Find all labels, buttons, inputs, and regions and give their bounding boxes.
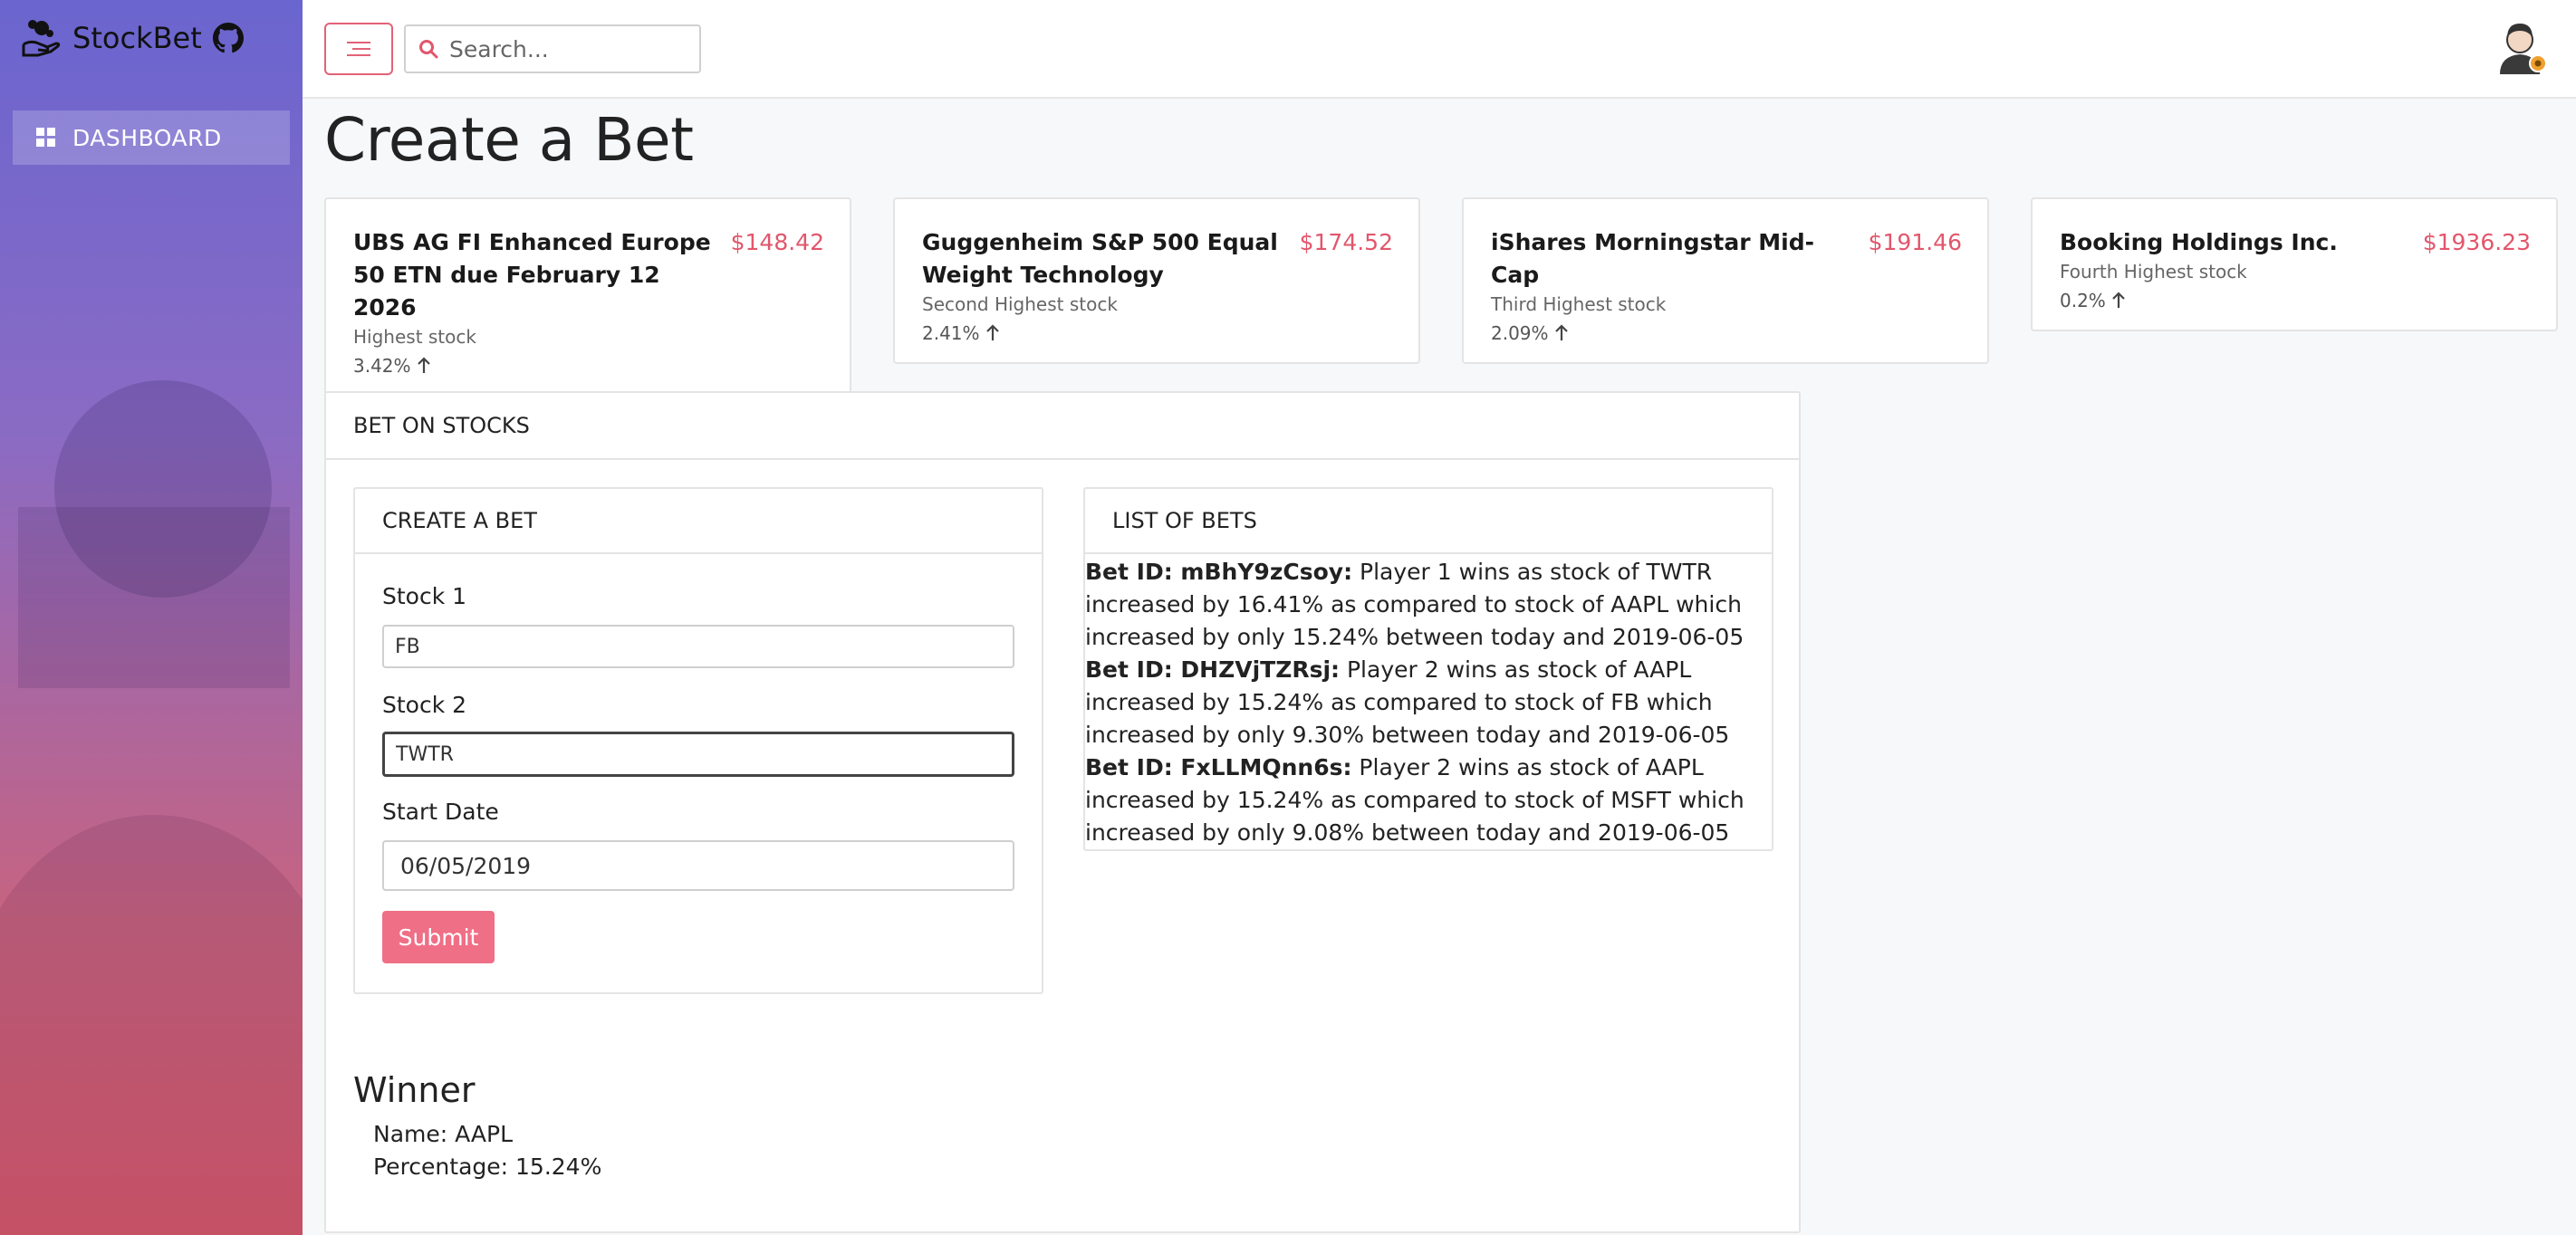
stock-rank: Third Highest stock <box>1491 293 1667 315</box>
sidebar-item-dashboard[interactable]: DASHBOARD <box>13 110 290 165</box>
stock-price: $148.42 <box>730 229 824 255</box>
stock-name: Booking Holdings Inc. <box>2060 229 2338 255</box>
stock-change: 2.09% <box>1491 322 1549 344</box>
bet-id: Bet ID: mBhY9zCsoy: <box>1085 559 1353 585</box>
brand-logo-icon <box>22 20 61 57</box>
search-box[interactable] <box>404 24 701 73</box>
bet-on-stocks-panel: BET ON STOCKS CREATE A BET Stock 1 Stock… <box>324 391 1801 1233</box>
stock-change: 2.41% <box>922 322 980 344</box>
stock-rank: Second Highest stock <box>922 293 1118 315</box>
bet-id: Bet ID: DHZVjTZRsj: <box>1085 656 1341 683</box>
stock-card: UBS AG FI Enhanced Europe 50 ETN due Feb… <box>324 197 851 397</box>
menu-toggle-button[interactable] <box>324 23 393 75</box>
list-of-bets-title: LIST OF BETS <box>1085 489 1772 554</box>
search-icon <box>419 40 438 59</box>
bet-id: Bet ID: FxLLMQnn6s: <box>1085 754 1352 780</box>
stock-rank: Fourth Highest stock <box>2060 261 2247 282</box>
stock-name: iShares Morningstar Mid-Cap <box>1491 229 1815 288</box>
start-date-label: Start Date <box>382 799 499 825</box>
list-item: Bet ID: FxLLMQnn6s: Player 2 wins as sto… <box>1085 752 1772 849</box>
stock-card: Guggenheim S&P 500 Equal Weight Technolo… <box>893 197 1420 364</box>
dashboard-grid-icon <box>36 128 56 148</box>
stock1-label: Stock 1 <box>382 583 467 609</box>
submit-button[interactable]: Submit <box>382 911 495 963</box>
create-bet-title: CREATE A BET <box>355 489 1042 554</box>
sidebar-background-building <box>18 507 290 688</box>
github-icon[interactable] <box>212 23 244 53</box>
brand[interactable]: StockBet <box>20 16 244 60</box>
arrow-up-icon <box>2112 292 2125 308</box>
search-input[interactable] <box>449 35 676 62</box>
winner-percentage: Percentage: 15.24% <box>373 1154 602 1180</box>
topbar <box>303 0 2576 99</box>
stock2-label: Stock 2 <box>382 692 467 718</box>
stock-price: $191.46 <box>1868 229 1962 255</box>
page-title: Create a Bet <box>324 105 694 175</box>
stock-name: UBS AG FI Enhanced Europe 50 ETN due Feb… <box>353 229 711 321</box>
stock1-input[interactable] <box>382 625 1014 668</box>
arrow-up-icon <box>985 324 999 340</box>
stock-change: 3.42% <box>353 355 411 377</box>
arrow-up-icon <box>1554 324 1568 340</box>
start-date-input[interactable] <box>382 840 1014 891</box>
list-of-bets-card: LIST OF BETS Bet ID: mBhY9zCsoy: Player … <box>1083 487 1773 851</box>
winner-title: Winner <box>353 1070 476 1110</box>
stock-price: $174.52 <box>1299 229 1393 255</box>
create-bet-card: CREATE A BET Stock 1 Stock 2 Start Date … <box>353 487 1043 994</box>
stock-card: iShares Morningstar Mid-Cap $191.46 Thir… <box>1462 197 1989 364</box>
list-item: Bet ID: DHZVjTZRsj: Player 2 wins as sto… <box>1085 654 1772 752</box>
sidebar-item-label: DASHBOARD <box>72 124 222 151</box>
bet-list: Bet ID: mBhY9zCsoy: Player 1 wins as sto… <box>1085 554 1772 849</box>
stock2-input[interactable] <box>382 732 1014 777</box>
stock-name: Guggenheim S&P 500 Equal Weight Technolo… <box>922 229 1278 288</box>
sidebar: StockBet DASHBOARD <box>0 0 303 1235</box>
stock-change: 0.2% <box>2060 290 2106 311</box>
stock-rank: Highest stock <box>353 326 476 348</box>
stock-card: Booking Holdings Inc. $1936.23 Fourth Hi… <box>2031 197 2558 331</box>
menu-icon <box>347 42 370 56</box>
list-item: Bet ID: mBhY9zCsoy: Player 1 wins as sto… <box>1085 556 1772 654</box>
arrow-up-icon <box>417 357 430 373</box>
user-avatar-icon[interactable] <box>2494 20 2549 76</box>
sidebar-background-hill <box>0 815 303 1235</box>
panel-title: BET ON STOCKS <box>326 393 1799 460</box>
winner-name: Name: AAPL <box>373 1121 514 1147</box>
brand-name: StockBet <box>72 21 202 55</box>
stock-price: $1936.23 <box>2422 229 2531 255</box>
